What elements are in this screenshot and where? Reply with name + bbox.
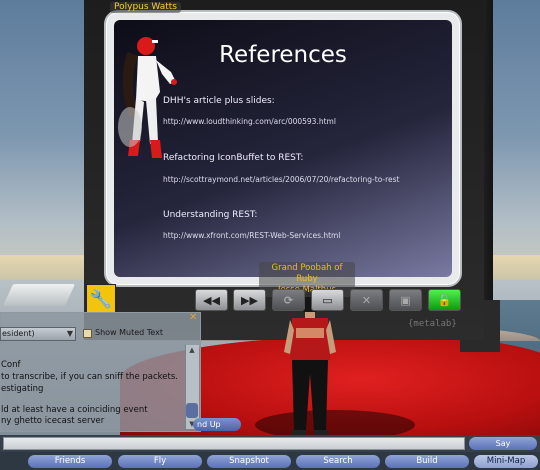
chat-input[interactable]: [3, 437, 465, 450]
chat-channel-value: esident): [2, 329, 35, 338]
board-brand: {metalab}: [408, 319, 457, 329]
rewind-icon[interactable]: ◀◀: [195, 289, 228, 311]
lock-icon[interactable]: 🔓: [428, 289, 461, 311]
slide-icon[interactable]: ▭: [311, 289, 344, 311]
chevron-down-icon: ▼: [66, 329, 73, 338]
scroll-up-icon[interactable]: ▲: [186, 346, 198, 355]
mini-map-button[interactable]: Mini-Map: [474, 455, 538, 468]
close-icon[interactable]: ✕: [189, 312, 197, 323]
stand-up-button[interactable]: nd Up: [193, 418, 241, 431]
chat-line: ld at least have a coinciding event: [1, 405, 148, 415]
chat-header: ✕: [0, 312, 201, 325]
search-button[interactable]: Search: [296, 455, 380, 468]
chat-channel-select[interactable]: esident) ▼: [0, 327, 76, 341]
slide-item-url: http://www.xfront.com/REST-Web-Services.…: [163, 231, 341, 240]
shuffle-icon[interactable]: ✕: [350, 289, 383, 311]
slide-controls: ◀◀ ▶▶ ⟳ ▭ ✕ ▣ 🔓: [195, 289, 461, 313]
fly-button[interactable]: Fly: [118, 455, 202, 468]
build-button[interactable]: Build: [385, 455, 469, 468]
chat-line: Conf: [1, 360, 21, 370]
name-tag-polypus: Polypus Watts: [110, 2, 181, 13]
slide-item-label: Understanding REST:: [163, 210, 258, 220]
camera-icon[interactable]: ▣: [389, 289, 422, 311]
avatar-polypus[interactable]: [116, 32, 186, 167]
chat-log: Conf to transcribe, if you can sniff the…: [0, 358, 186, 430]
chat-line: ny ghetto icecast server: [1, 416, 105, 426]
snapshot-button[interactable]: Snapshot: [207, 455, 291, 468]
slide-item-url: http://www.loudthinking.com/arc/000593.h…: [163, 117, 336, 126]
fast-forward-icon[interactable]: ▶▶: [233, 289, 266, 311]
show-muted-label: Show Muted Text: [95, 328, 163, 337]
slide-item-url: http://scottraymond.net/articles/2006/07…: [163, 175, 400, 184]
rock: [2, 284, 76, 306]
scroll-thumb[interactable]: [186, 403, 198, 418]
name-tag-title: Grand Poobah of Ruby: [271, 263, 343, 284]
friends-button[interactable]: Friends: [28, 455, 112, 468]
chat-line: estigating: [1, 384, 44, 394]
chat-line: to transcribe, if you can sniff the pack…: [1, 372, 178, 382]
refresh-icon[interactable]: ⟳: [272, 289, 305, 311]
say-button[interactable]: Say: [469, 437, 537, 450]
show-muted-checkbox[interactable]: [83, 329, 92, 338]
wrench-icon[interactable]: 🔧: [86, 284, 116, 314]
